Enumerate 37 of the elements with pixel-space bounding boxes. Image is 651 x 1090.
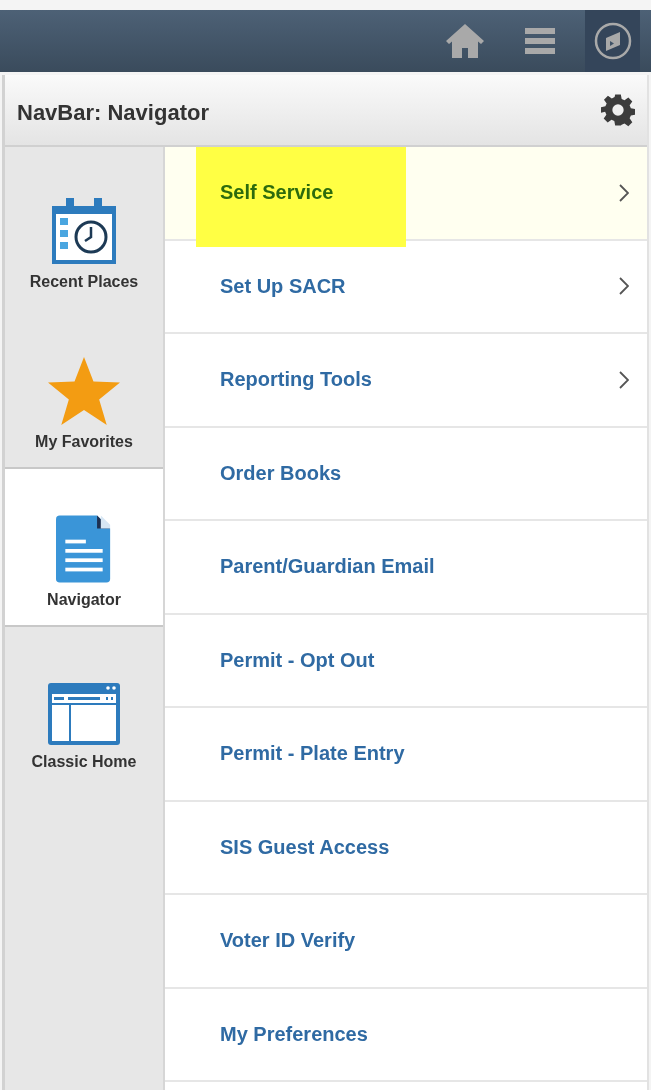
menu-item[interactable]: Parent/Guardian Email: [165, 521, 647, 615]
settings-icon[interactable]: [601, 93, 635, 127]
menu-icon: [525, 26, 555, 56]
sidebar-label: My Favorites: [35, 433, 133, 451]
active-toolbar-button[interactable]: [585, 10, 640, 72]
window-icon: [46, 681, 122, 747]
sidebar-label: Navigator: [47, 591, 121, 609]
menu-label: Set Up SACR: [220, 274, 347, 298]
menu-item[interactable]: Order Books: [165, 427, 647, 521]
home-icon: [445, 21, 485, 61]
sidebar-item[interactable]: My Favorites: [5, 307, 163, 467]
sidebar-item[interactable]: Navigator: [5, 467, 163, 627]
menu-label: Voter ID Verify: [220, 929, 357, 953]
menu-item[interactable]: Set Up SACR: [165, 240, 647, 334]
sidebar-item[interactable]: Recent Places: [5, 147, 163, 307]
panel-title: NavBar: Navigator: [17, 99, 209, 126]
menu-item[interactable]: My Preferences: [165, 988, 647, 1082]
menu-item[interactable]: Permit - Opt Out: [165, 614, 647, 708]
star-icon: [46, 355, 122, 427]
menu-label: SIS Guest Access: [220, 835, 391, 859]
menu-label: My Preferences: [220, 1022, 369, 1046]
sidebar-item[interactable]: Classic Home: [5, 627, 163, 787]
menu-label: Parent/Guardian Email: [220, 555, 436, 579]
calendar-clock-icon: [49, 197, 119, 267]
menu-item[interactable]: Voter ID Verify: [165, 895, 647, 989]
menu-item[interactable]: Reporting Tools: [165, 334, 647, 428]
sidebar-label: Recent Places: [29, 273, 139, 291]
sidebar-label: Classic Home: [31, 753, 137, 771]
menu-label: Permit - Opt Out: [220, 648, 376, 672]
document-icon: [56, 513, 112, 585]
compass-icon: [592, 21, 633, 61]
menu-item[interactable]: Permit - Plate Entry: [165, 708, 647, 802]
menu-label: Reporting Tools: [220, 368, 373, 392]
menu-item[interactable]: SIS Guest Access: [165, 801, 647, 895]
menu-label: Permit - Plate Entry: [220, 742, 406, 766]
menu-label: Order Books: [220, 461, 343, 485]
menu-label: Self Service: [220, 181, 335, 205]
